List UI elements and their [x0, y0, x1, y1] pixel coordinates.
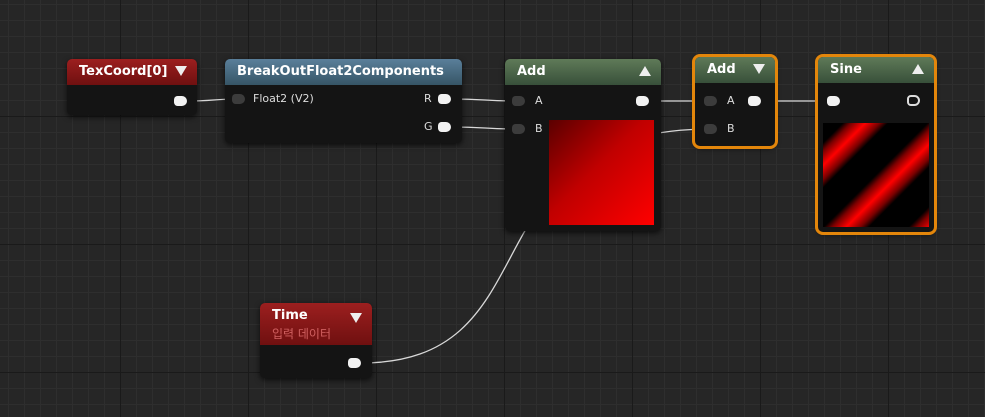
add-2-input-b-pin-icon[interactable]	[704, 124, 717, 134]
output-r-label: R	[424, 92, 432, 105]
add-1-input-a-pin-icon[interactable]	[512, 96, 525, 106]
add-1-header[interactable]: Add	[505, 59, 661, 85]
add-2-input-a-pin-icon[interactable]	[704, 96, 717, 106]
add-1-output-pin-icon[interactable]	[636, 96, 649, 106]
collapse-arrow-down-icon[interactable]	[350, 313, 362, 323]
breakout-title: BreakOutFloat2Components	[237, 64, 444, 79]
breakout-header[interactable]: BreakOutFloat2Components	[225, 59, 462, 85]
texcoord-header[interactable]: TexCoord[0]	[67, 59, 197, 85]
sine-preview-image	[823, 123, 929, 227]
sine-input-pin-icon[interactable]	[827, 96, 840, 106]
time-node[interactable]: Time 입력 데이터	[260, 303, 372, 378]
output-g-label: G	[424, 120, 433, 133]
texcoord-title: TexCoord[0]	[79, 64, 168, 79]
output-r-pin-icon[interactable]	[438, 94, 451, 104]
sine-title: Sine	[830, 62, 862, 77]
add-2-input-a-label: A	[727, 94, 735, 107]
add-2-output-pin-icon[interactable]	[748, 96, 761, 106]
texcoord-node[interactable]: TexCoord[0]	[67, 59, 197, 115]
time-header[interactable]: Time 입력 데이터	[260, 303, 372, 345]
time-title: Time	[272, 308, 308, 323]
time-output-pin-icon[interactable]	[348, 358, 361, 368]
add-2-input-b-label: B	[727, 122, 735, 135]
float2-input-pin-icon[interactable]	[232, 94, 245, 104]
add-2-title: Add	[707, 62, 736, 77]
sine-node[interactable]: Sine	[815, 54, 937, 235]
add-1-input-a-label: A	[535, 94, 543, 107]
add-node-1[interactable]: Add A B	[505, 59, 661, 231]
collapse-arrow-down-icon[interactable]	[753, 64, 765, 74]
texcoord-output-pin-icon[interactable]	[174, 96, 187, 106]
float2-input-label: Float2 (V2)	[253, 92, 314, 105]
time-subtitle: 입력 데이터	[272, 327, 332, 341]
add-1-input-b-label: B	[535, 122, 543, 135]
sine-output-pin-icon[interactable]	[907, 95, 920, 106]
breakout-float2-node[interactable]: BreakOutFloat2Components Float2 (V2) R G	[225, 59, 462, 143]
collapse-arrow-down-icon[interactable]	[175, 66, 187, 76]
sine-header[interactable]: Sine	[818, 57, 934, 83]
add-node-2[interactable]: Add A B	[692, 54, 778, 149]
add-2-header[interactable]: Add	[695, 57, 775, 83]
collapse-arrow-up-icon[interactable]	[639, 66, 651, 76]
output-g-pin-icon[interactable]	[438, 122, 451, 132]
add-1-preview-image	[549, 120, 654, 225]
add-1-title: Add	[517, 64, 546, 79]
add-1-input-b-pin-icon[interactable]	[512, 124, 525, 134]
collapse-arrow-up-icon[interactable]	[912, 64, 924, 74]
